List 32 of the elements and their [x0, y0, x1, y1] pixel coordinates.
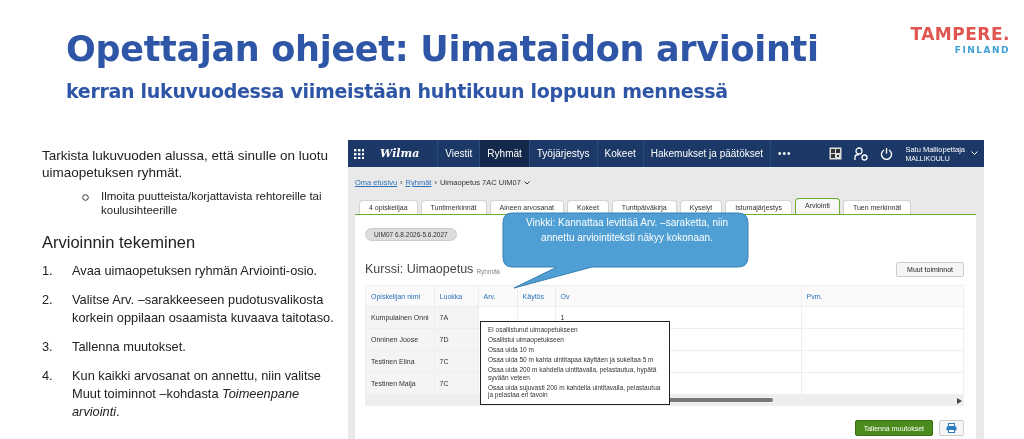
- more-menu[interactable]: •••: [770, 140, 799, 167]
- bullet-icon: [82, 194, 89, 201]
- nav-item[interactable]: Työjärjestys: [528, 140, 597, 167]
- slide-subtitle: kerran lukuvuodessa viimeistään huhtikuun loppuun mennessä: [66, 79, 729, 104]
- step-text: Avaa uimaopetuksen ryhmän Arviointi-osio.: [72, 262, 318, 280]
- printer-icon: [946, 423, 957, 433]
- logo-text: TAMPERE.: [910, 24, 1010, 44]
- section-heading: Arvioinnin tekeminen: [42, 233, 197, 252]
- user-settings-icon[interactable]: [854, 146, 869, 161]
- qr-code-icon[interactable]: [829, 147, 843, 160]
- paragraph: Tarkista lukuvuoden alussa, että sinulle on luotu uimaopetuksen ryhmät.: [42, 147, 329, 181]
- step-text: Valitse Arv. –sarakkeeseen pudotusvalikosta korkein oppilaan osaamista kuvaava taitotaso.: [72, 291, 335, 327]
- step-number: 2.: [42, 291, 54, 309]
- apps-grid-icon[interactable]: [354, 148, 364, 159]
- app-logo[interactable]: Wilma: [380, 147, 420, 160]
- nav-item[interactable]: Ryhmät: [479, 140, 529, 167]
- nav-item[interactable]: Hakemukset ja päätökset: [642, 140, 771, 167]
- print-button[interactable]: [939, 420, 964, 436]
- nav-item[interactable]: Kokeet: [596, 140, 643, 167]
- step-text: Kun kaikki arvosanat on annettu, niin valitse Muut toiminnot –kohdasta Toimeenpane arviointi.: [72, 367, 322, 421]
- callout-text: Vinkki: Kannattaa levittää Arv. –saraketta, niin annettu arviointiteksti näkyy kokonaan.: [525, 216, 729, 245]
- step-number: 3.: [42, 338, 54, 356]
- scroll-right-icon[interactable]: [957, 398, 962, 404]
- step-text: Tallenna muutokset.: [72, 338, 186, 356]
- paragraph: Ilmoita puutteista/korjattavista rehtoreille tai koulusihteerille: [101, 189, 323, 217]
- logo-subtext: FINLAND: [954, 44, 1010, 56]
- step-number: 4.: [42, 367, 54, 385]
- slide-title: Opettajan ohjeet: Uimataidon arviointi: [66, 28, 819, 71]
- step-number: 1.: [42, 262, 54, 280]
- power-icon[interactable]: [880, 147, 894, 160]
- course-title: Kurssi: Uimaopetus: [365, 262, 474, 276]
- caret-icon[interactable]: [523, 180, 530, 185]
